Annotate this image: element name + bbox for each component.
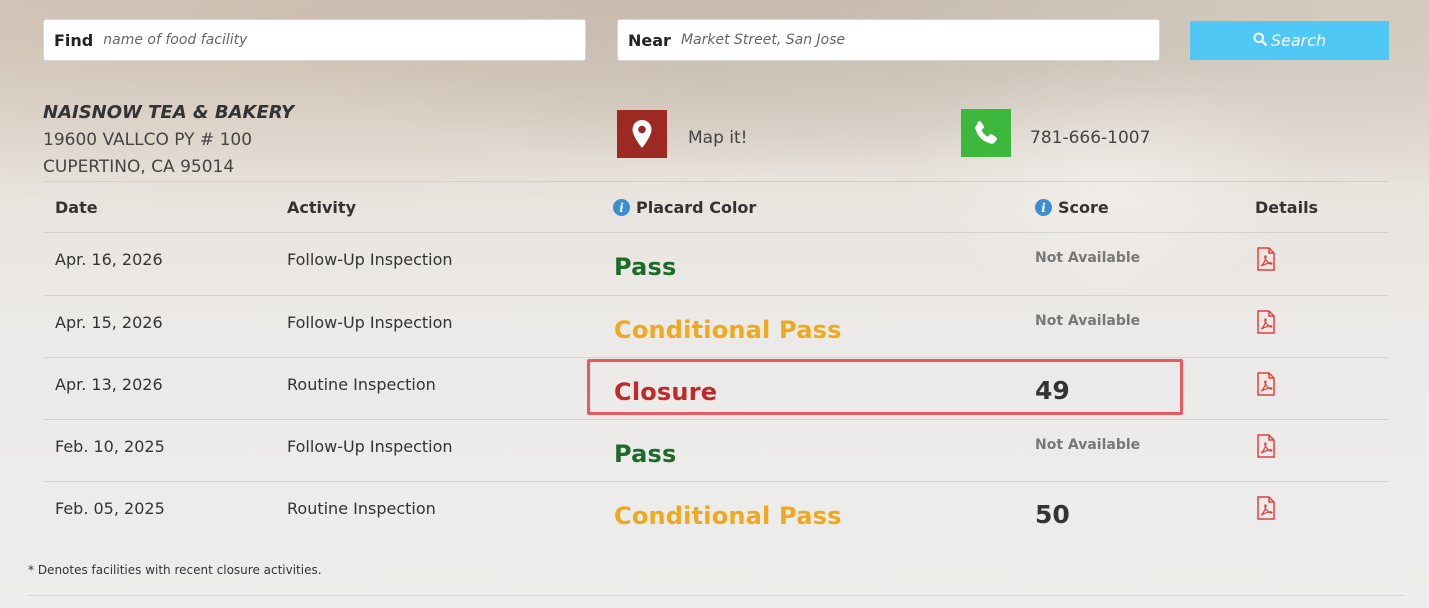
find-field[interactable]: Find xyxy=(43,19,586,61)
search-button-label: Search xyxy=(1270,31,1327,50)
table-row: Apr. 15, 2026 Follow-Up Inspection Condi… xyxy=(43,296,1389,358)
row-score: Not Available xyxy=(1035,437,1141,453)
header-placard: i Placard Color xyxy=(613,198,756,217)
search-icon xyxy=(1253,31,1267,50)
row-activity: Follow-Up Inspection xyxy=(287,437,453,456)
header-activity: Activity xyxy=(287,198,356,217)
row-placard: Conditional Pass xyxy=(614,502,842,530)
near-label: Near xyxy=(628,30,671,50)
row-activity: Routine Inspection xyxy=(287,375,436,394)
facility-name: NAISNOW TEA & BAKERY xyxy=(43,102,295,123)
row-score: 50 xyxy=(1035,500,1070,529)
row-activity: Follow-Up Inspection xyxy=(287,250,453,269)
pdf-icon[interactable] xyxy=(1256,247,1276,275)
row-score: Not Available xyxy=(1035,250,1141,266)
table-row: Feb. 10, 2025 Follow-Up Inspection Pass … xyxy=(43,420,1389,482)
phone-number[interactable]: 781-666-1007 xyxy=(1030,128,1150,148)
row-date: Apr. 13, 2026 xyxy=(55,375,163,394)
table-row: Apr. 16, 2026 Follow-Up Inspection Pass … xyxy=(43,233,1389,295)
search-button[interactable]: Search xyxy=(1190,21,1389,60)
pdf-icon[interactable] xyxy=(1256,496,1276,524)
near-field[interactable]: Near xyxy=(617,19,1160,61)
footnote: * Denotes facilities with recent closure… xyxy=(28,563,322,577)
divider xyxy=(43,181,1389,182)
table-row: Feb. 05, 2025 Routine Inspection Conditi… xyxy=(43,482,1389,544)
map-it-link[interactable]: Map it! xyxy=(688,128,747,148)
row-placard: Conditional Pass xyxy=(614,316,842,344)
header-score: i Score xyxy=(1035,198,1109,217)
pdf-icon[interactable] xyxy=(1256,434,1276,462)
highlight-box xyxy=(587,359,1183,415)
info-icon[interactable]: i xyxy=(1035,199,1052,216)
row-score: Not Available xyxy=(1035,313,1141,329)
map-pin-icon[interactable] xyxy=(617,110,667,158)
row-placard: Pass xyxy=(614,253,677,281)
near-input[interactable] xyxy=(680,32,1101,48)
row-date: Feb. 10, 2025 xyxy=(55,437,165,456)
row-date: Apr. 16, 2026 xyxy=(55,250,163,269)
header-placard-label: Placard Color xyxy=(636,198,757,217)
pdf-icon[interactable] xyxy=(1256,310,1276,338)
row-placard: Pass xyxy=(614,440,677,468)
row-activity: Follow-Up Inspection xyxy=(287,313,453,332)
pdf-icon[interactable] xyxy=(1256,372,1276,400)
find-input[interactable] xyxy=(103,32,524,48)
row-date: Feb. 05, 2025 xyxy=(55,499,165,518)
header-score-label: Score xyxy=(1058,198,1109,217)
facility-address-line2: CUPERTINO, CA 95014 xyxy=(43,157,235,177)
find-label: Find xyxy=(54,30,94,50)
info-icon[interactable]: i xyxy=(613,199,630,216)
row-activity: Routine Inspection xyxy=(287,499,436,518)
header-date: Date xyxy=(55,198,98,217)
header-details: Details xyxy=(1255,198,1319,217)
phone-icon[interactable] xyxy=(961,109,1011,157)
facility-address-line1: 19600 VALLCO PY # 100 xyxy=(43,130,253,150)
footer-divider xyxy=(28,595,1404,596)
row-date: Apr. 15, 2026 xyxy=(55,313,163,332)
